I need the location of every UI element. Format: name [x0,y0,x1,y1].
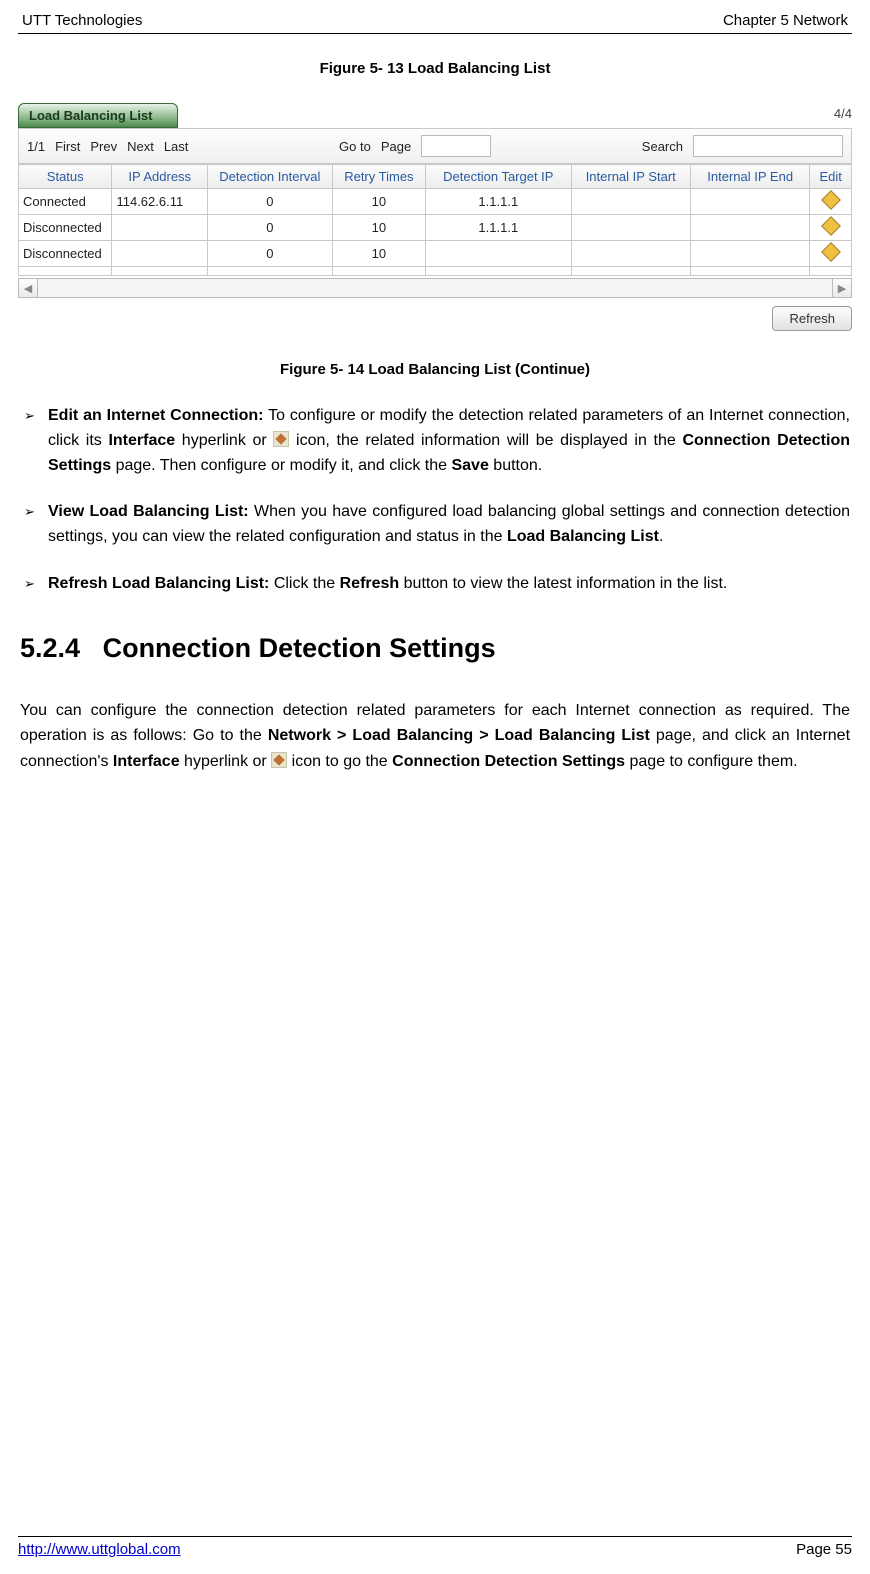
page-header: UTT Technologies Chapter 5 Network [18,12,852,33]
cell-retry: 10 [332,189,425,215]
row-count: 4/4 [834,106,852,121]
th-status: Status [19,165,112,189]
cell-status: Disconnected [19,215,112,241]
pager-display: 1/1 [27,139,45,154]
edit-icon[interactable] [821,216,841,236]
section-number: 5.2.4 [20,633,80,663]
edit-icon [271,752,287,768]
page-input[interactable] [421,135,491,157]
th-edit: Edit [810,165,852,189]
cell-target: 1.1.1.1 [426,189,571,215]
table-row: Disconnected 0 10 1.1.1.1 [19,215,852,241]
last-link[interactable]: Last [164,139,189,154]
tab-load-balancing-list[interactable]: Load Balancing List [18,103,178,128]
cell-target [426,241,571,267]
bullet-title: View Load Balancing List: [48,503,249,520]
bullet-list: Edit an Internet Connection: To configur… [20,404,850,597]
cell-iend [690,189,809,215]
next-link[interactable]: Next [127,139,154,154]
refresh-button[interactable]: Refresh [772,306,852,331]
cell-istart [571,215,690,241]
cell-ip [112,215,208,241]
cell-target: 1.1.1.1 [426,215,571,241]
goto-label: Go to [339,139,371,154]
cell-edit [810,267,852,276]
table-header-row: Status IP Address Detection Interval Ret… [19,165,852,189]
horizontal-scrollbar[interactable]: ◀ ▶ [18,278,852,298]
cell-interval: 0 [208,241,333,267]
bullet-view-list: View Load Balancing List: When you have … [20,500,850,550]
search-input[interactable] [693,135,843,157]
edit-icon[interactable] [821,242,841,262]
section-heading: 5.2.4 Connection Detection Settings [20,633,852,664]
load-balancing-table: Status IP Address Detection Interval Ret… [18,164,852,276]
th-istart: Internal IP Start [571,165,690,189]
toolbar: 1/1 First Prev Next Last Go to Page Sear… [18,128,852,164]
cell-interval: 0 [208,189,333,215]
cell-status: Connected [19,189,112,215]
cell-interval: 0 [208,215,333,241]
scroll-left-icon[interactable]: ◀ [18,278,38,298]
cell-ip [112,267,208,276]
edit-icon [273,431,289,447]
cell-retry [332,267,425,276]
table-row: Disconnected 0 10 [19,241,852,267]
figure-caption-13: Figure 5- 13 Load Balancing List [18,60,852,77]
first-link[interactable]: First [55,139,80,154]
header-right: Chapter 5 Network [723,12,848,29]
cell-edit[interactable] [810,189,852,215]
th-retry: Retry Times [332,165,425,189]
cell-interval [208,267,333,276]
cell-edit[interactable] [810,215,852,241]
th-iend: Internal IP End [690,165,809,189]
section-title: Connection Detection Settings [103,633,496,663]
th-target: Detection Target IP [426,165,571,189]
search-label: Search [642,139,683,154]
bullet-edit-connection: Edit an Internet Connection: To configur… [20,404,850,478]
cell-retry: 10 [332,215,425,241]
edit-icon[interactable] [821,190,841,210]
page-label: Page [381,139,411,154]
figure-caption-14: Figure 5- 14 Load Balancing List (Contin… [18,361,852,378]
cell-target [426,267,571,276]
header-left: UTT Technologies [22,12,142,29]
cell-edit[interactable] [810,241,852,267]
bullet-refresh-list: Refresh Load Balancing List: Click the R… [20,572,850,597]
footer-url[interactable]: http://www.uttglobal.com [18,1541,181,1558]
load-balancing-widget: 4/4 Load Balancing List 1/1 First Prev N… [18,103,852,331]
bullet-title: Edit an Internet Connection: [48,407,264,424]
th-ip: IP Address [112,165,208,189]
section-body: You can configure the connection detecti… [18,698,852,775]
cell-iend [690,241,809,267]
cell-retry: 10 [332,241,425,267]
table-row: Connected 114.62.6.11 0 10 1.1.1.1 [19,189,852,215]
cell-istart [571,189,690,215]
cell-ip [112,241,208,267]
cell-ip: 114.62.6.11 [112,189,208,215]
page-footer: http://www.uttglobal.com Page 55 [18,1536,852,1558]
th-interval: Detection Interval [208,165,333,189]
cell-status [19,267,112,276]
cell-iend [690,215,809,241]
header-rule [18,33,852,34]
table-row [19,267,852,276]
prev-link[interactable]: Prev [90,139,117,154]
cell-istart [571,267,690,276]
scroll-track[interactable] [38,278,832,298]
cell-status: Disconnected [19,241,112,267]
cell-istart [571,241,690,267]
scroll-right-icon[interactable]: ▶ [832,278,852,298]
cell-iend [690,267,809,276]
footer-page: Page 55 [796,1541,852,1558]
bullet-title: Refresh Load Balancing List: [48,575,269,592]
